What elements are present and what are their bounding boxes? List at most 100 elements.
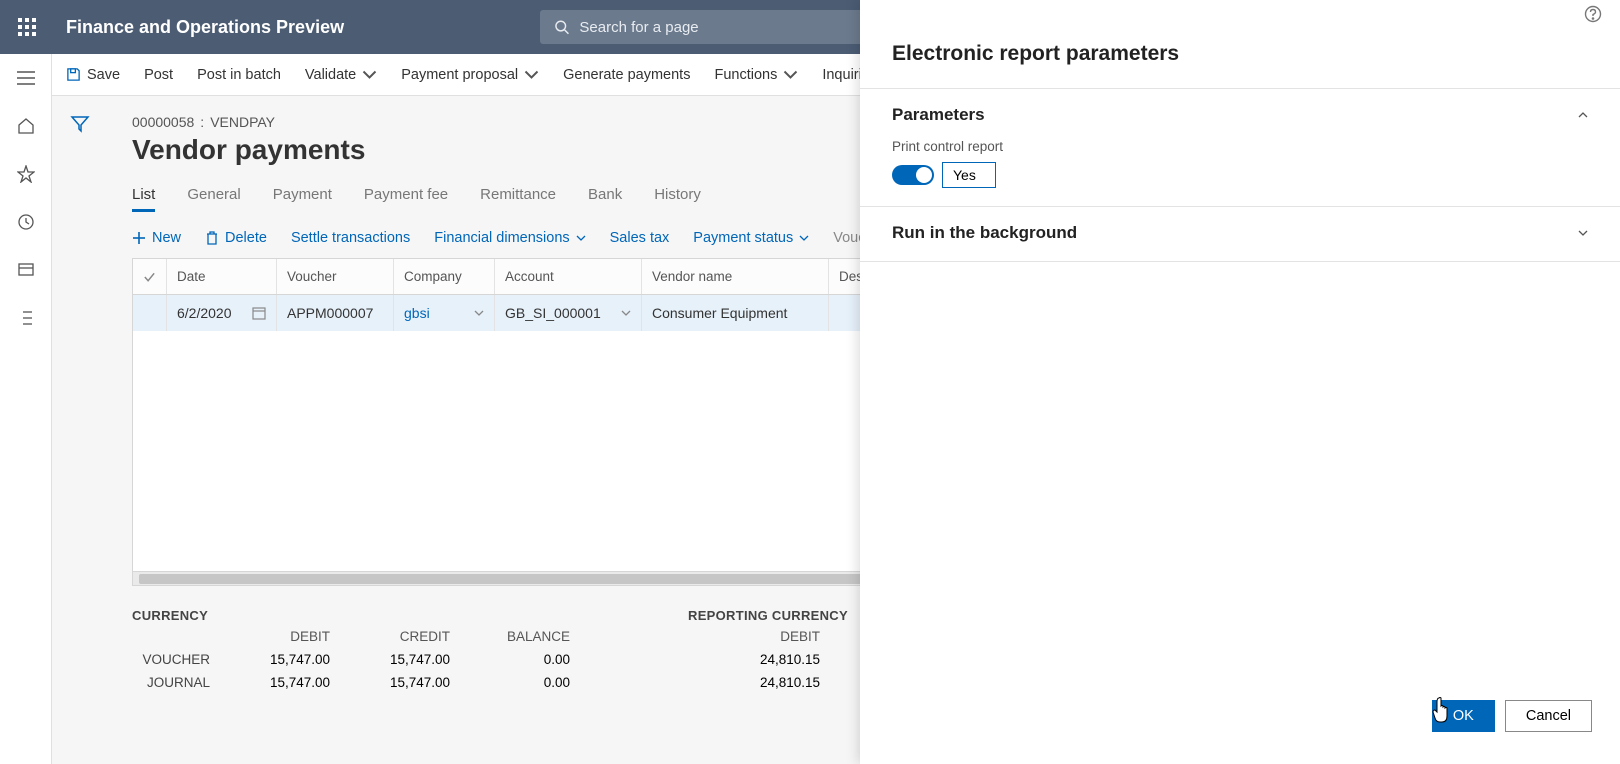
settle-label: Settle transactions: [291, 230, 410, 246]
delete-button[interactable]: Delete: [205, 230, 267, 246]
col-company[interactable]: Company: [394, 259, 495, 294]
tab-remittance[interactable]: Remittance: [480, 186, 556, 212]
voucher-row-label: VOUCHER: [132, 652, 218, 667]
post-batch-label: Post in batch: [197, 67, 281, 83]
cell-voucher[interactable]: APPM000007: [277, 295, 394, 331]
journal-credit: 15,747.00: [338, 675, 458, 690]
run-in-background-header[interactable]: Run in the background: [892, 223, 1588, 243]
parameters-header[interactable]: Parameters: [892, 105, 1588, 125]
print-control-label: Print control report: [892, 139, 1588, 154]
home-icon[interactable]: [14, 114, 38, 138]
workspace-icon[interactable]: [14, 258, 38, 282]
flyout-footer: OK Cancel: [860, 682, 1620, 764]
chevron-down-icon: [576, 233, 586, 243]
fin-dims-button[interactable]: Financial dimensions: [434, 230, 585, 246]
cell-company-value: gbsi: [404, 305, 430, 321]
breadcrumb-name: VENDPAY: [210, 114, 275, 130]
chevron-down-icon: [1578, 228, 1588, 238]
cell-account-value: GB_SI_000001: [505, 305, 601, 321]
save-label: Save: [87, 67, 120, 83]
filter-icon[interactable]: [70, 114, 90, 134]
app-launcher-icon[interactable]: [0, 0, 54, 54]
print-control-toggle-row: Yes: [892, 162, 1588, 188]
cell-vendor-name-value: Consumer Equipment: [652, 305, 787, 321]
generate-payments-button[interactable]: Generate payments: [563, 67, 690, 83]
validate-label: Validate: [305, 67, 356, 83]
recent-icon[interactable]: [14, 210, 38, 234]
parameters-section-title: Parameters: [892, 105, 985, 125]
print-control-toggle[interactable]: [892, 165, 934, 185]
journal-balance: 0.00: [458, 675, 578, 690]
post-batch-button[interactable]: Post in batch: [197, 67, 281, 83]
run-bg-section-title: Run in the background: [892, 223, 1077, 243]
check-icon: [143, 270, 156, 284]
sales-tax-label: Sales tax: [610, 230, 670, 246]
chevron-down-icon: [799, 233, 809, 243]
sales-tax-button[interactable]: Sales tax: [610, 230, 670, 246]
journal-row-label: JOURNAL: [132, 675, 218, 690]
payment-status-button[interactable]: Payment status: [693, 230, 809, 246]
balance-header: BALANCE: [458, 629, 578, 644]
cell-company[interactable]: gbsi: [394, 295, 495, 331]
credit-header: CREDIT: [338, 629, 458, 644]
rep-journal-debit: 24,810.15: [708, 675, 828, 690]
payment-proposal-label: Payment proposal: [401, 67, 518, 83]
voucher-debit: 15,747.00: [218, 652, 338, 667]
delete-label: Delete: [225, 230, 267, 246]
post-label: Post: [144, 67, 173, 83]
filter-column: [52, 96, 108, 764]
payment-status-label: Payment status: [693, 230, 793, 246]
payment-proposal-button[interactable]: Payment proposal: [401, 67, 539, 83]
tab-history[interactable]: History: [654, 186, 701, 212]
modules-icon[interactable]: [14, 306, 38, 330]
generate-payments-label: Generate payments: [563, 67, 690, 83]
tab-list[interactable]: List: [132, 186, 155, 212]
cell-account[interactable]: GB_SI_000001: [495, 295, 642, 331]
parameters-section: Parameters Print control report Yes: [860, 88, 1620, 206]
select-all-checkbox[interactable]: [133, 259, 167, 294]
calendar-icon[interactable]: [252, 306, 266, 320]
parameters-body: Print control report Yes: [892, 139, 1588, 188]
tab-general[interactable]: General: [187, 186, 240, 212]
row-checkbox[interactable]: [133, 295, 167, 331]
cell-date-value: 6/2/2020: [177, 305, 232, 321]
cell-date[interactable]: 6/2/2020: [167, 295, 277, 331]
chevron-down-icon: [362, 67, 377, 82]
settle-button[interactable]: Settle transactions: [291, 230, 410, 246]
validate-button[interactable]: Validate: [305, 67, 377, 83]
chevron-down-icon[interactable]: [474, 308, 484, 318]
currency-title: CURRENCY: [132, 608, 578, 623]
debit-header: DEBIT: [218, 629, 338, 644]
tab-payment-fee[interactable]: Payment fee: [364, 186, 448, 212]
help-icon[interactable]: [1584, 5, 1602, 23]
app-title: Finance and Operations Preview: [66, 17, 344, 38]
ok-button[interactable]: OK: [1432, 700, 1495, 732]
col-date[interactable]: Date: [167, 259, 277, 294]
run-in-background-section: Run in the background: [860, 206, 1620, 262]
tab-bank[interactable]: Bank: [588, 186, 622, 212]
save-button[interactable]: Save: [66, 67, 120, 83]
flyout-top: [860, 0, 1620, 28]
post-button[interactable]: Post: [144, 67, 173, 83]
col-voucher[interactable]: Voucher: [277, 259, 394, 294]
col-vendor-name[interactable]: Vendor name: [642, 259, 829, 294]
chevron-down-icon: [783, 67, 798, 82]
cancel-button[interactable]: Cancel: [1505, 700, 1592, 732]
tab-payment[interactable]: Payment: [273, 186, 332, 212]
star-icon[interactable]: [14, 162, 38, 186]
breadcrumb-id: 00000058: [132, 114, 194, 130]
cell-vendor-name[interactable]: Consumer Equipment: [642, 295, 829, 331]
new-label: New: [152, 230, 181, 246]
hamburger-icon[interactable]: [14, 66, 38, 90]
functions-label: Functions: [714, 67, 777, 83]
plus-icon: [132, 231, 146, 245]
debit-header-2: DEBIT: [708, 629, 828, 644]
flyout-title: Electronic report parameters: [860, 28, 1620, 88]
voucher-balance: 0.00: [458, 652, 578, 667]
col-account[interactable]: Account: [495, 259, 642, 294]
new-button[interactable]: New: [132, 230, 181, 246]
print-control-toggle-value[interactable]: Yes: [942, 162, 996, 188]
functions-button[interactable]: Functions: [714, 67, 798, 83]
rep-voucher-debit: 24,810.15: [708, 652, 828, 667]
chevron-down-icon[interactable]: [621, 308, 631, 318]
